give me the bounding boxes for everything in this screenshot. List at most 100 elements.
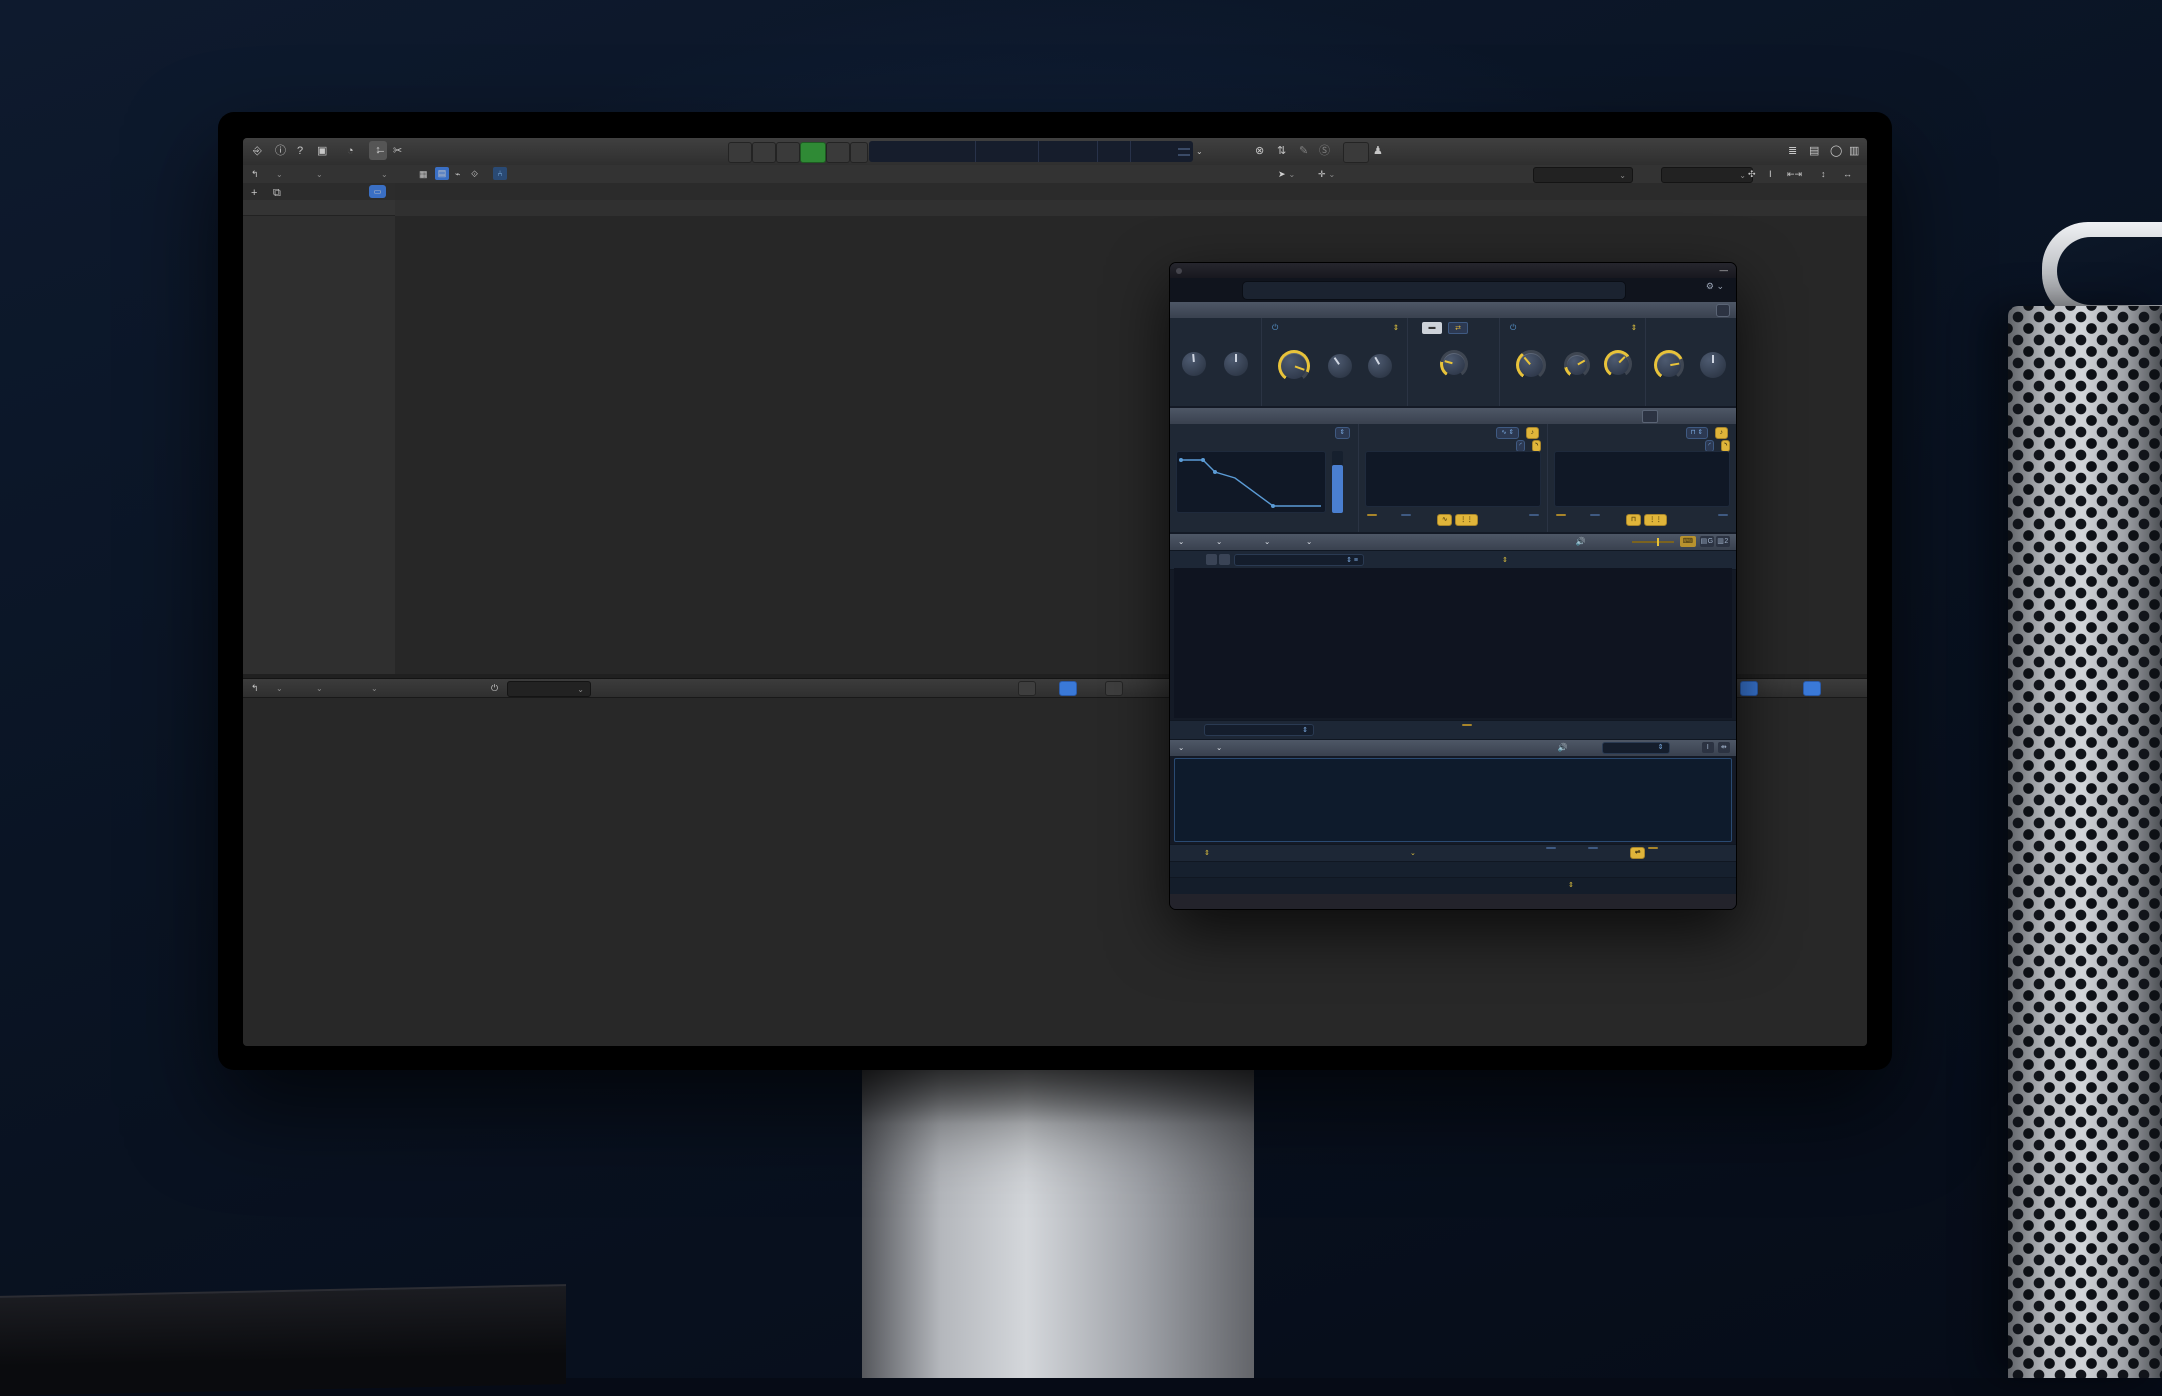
regions-view-icon[interactable]: ▤	[435, 167, 449, 180]
mapping-menu-edit[interactable]: ⌄	[1178, 534, 1185, 550]
mapping-zoom-slider[interactable]	[1632, 541, 1674, 543]
group-mute-button[interactable]	[1206, 554, 1217, 565]
waveform-zoom-icon[interactable]: ✣	[1748, 165, 1756, 184]
filter1-type-select[interactable]: ⇕	[1393, 323, 1399, 332]
tune-knob[interactable]	[1182, 352, 1206, 376]
file-zone-value[interactable]: ⇕	[1204, 849, 1210, 857]
mapping-menu-zone[interactable]: ⌄	[1264, 534, 1271, 550]
group-selection-field[interactable]: ⇕ ≡	[1234, 554, 1364, 566]
vertical-zoom-icon[interactable]: Ⅰ	[1769, 165, 1772, 184]
mixer-menu-view[interactable]	[368, 679, 378, 698]
loop-mode-value[interactable]: ⇕	[1568, 881, 1574, 889]
group-solo-button[interactable]	[1219, 554, 1230, 565]
env-vel-slider[interactable]	[1332, 451, 1343, 513]
f2-drive-knob[interactable]	[1604, 350, 1632, 378]
power-icon[interactable]: ⏻	[491, 679, 498, 698]
lfo2-key-trigger[interactable]	[1529, 514, 1539, 516]
fine-knob[interactable]	[1224, 352, 1248, 376]
help-icon[interactable]: ?	[297, 142, 303, 161]
one-shot-button[interactable]	[1546, 847, 1556, 849]
zone-speaker-icon[interactable]: 🔊	[1558, 740, 1568, 756]
pencil-icon[interactable]: ✎	[1299, 142, 1308, 161]
f2-cutoff-knob[interactable]	[1516, 350, 1546, 380]
lcd-display[interactable]	[869, 141, 1193, 162]
filter-series-button[interactable]: ▬	[1422, 322, 1442, 334]
grid-icon[interactable]: ▦	[419, 165, 428, 184]
gear-icon[interactable]: ⚙ ⌄	[1706, 281, 1724, 292]
details-button[interactable]	[1716, 304, 1730, 317]
f1-drive-knob[interactable]	[1368, 354, 1392, 378]
filter-blend-knob[interactable]	[1440, 350, 1468, 378]
speaker-icon[interactable]: 🔊	[1576, 534, 1586, 550]
lfo3-mono[interactable]	[1556, 514, 1566, 516]
zone-waveform[interactable]	[1174, 758, 1732, 842]
metronome-icon[interactable]: ♟	[1373, 142, 1383, 161]
count-in-button[interactable]	[1343, 142, 1369, 163]
f1-reso-knob[interactable]	[1328, 354, 1352, 378]
arrange-menu-edit[interactable]	[273, 165, 283, 184]
mixer-filter-mastervca[interactable]	[1740, 681, 1758, 696]
lfo3-sync-button[interactable]: ♪	[1715, 427, 1728, 439]
pointer-tool[interactable]: ➤	[1278, 165, 1295, 184]
automation-icon[interactable]: ⌁	[455, 165, 460, 184]
mixer-icon[interactable]: ↕̶	[369, 141, 387, 160]
volume-knob[interactable]	[1654, 350, 1684, 380]
record-button[interactable]	[826, 142, 850, 163]
remove-modulator-button[interactable]	[1642, 410, 1658, 423]
secondary-tool[interactable]: ✛	[1318, 165, 1335, 184]
list-editors-icon[interactable]: ≣	[1788, 142, 1797, 161]
mixer-tab-tracks[interactable]	[1059, 681, 1077, 696]
lfo3-shape-b-icon[interactable]: ⋮⋮	[1644, 514, 1667, 526]
zone-menu-view[interactable]: ⌄	[1216, 740, 1223, 756]
mapping-menu-group[interactable]: ⌄	[1216, 534, 1223, 550]
tuner-icon[interactable]: ◔	[347, 142, 354, 161]
zoom-slider-v[interactable]: ↕	[1821, 165, 1826, 184]
env-graph[interactable]	[1176, 451, 1326, 513]
mixer-tab-all[interactable]	[1105, 681, 1123, 696]
sampler-window[interactable]: — ⚙ ⌄ ⏻	[1169, 262, 1737, 910]
env-mode-select[interactable]: ⇕	[1335, 427, 1350, 439]
zone-menu-edit[interactable]: ⌄	[1178, 740, 1185, 756]
view-keyboard-icon[interactable]: ⌨	[1680, 536, 1696, 547]
lfo3-wave-select[interactable]: ⊓ ⇕	[1686, 427, 1708, 439]
mapping-keyboard[interactable]	[1174, 690, 1732, 718]
scissors-icon[interactable]: ✂	[393, 142, 402, 161]
loop-mode-icon[interactable]: ⇌	[1630, 847, 1645, 859]
cycle-button[interactable]	[850, 142, 868, 163]
lfo2-sync-button[interactable]: ♪	[1526, 427, 1539, 439]
zone-zoom-v-icon[interactable]: Ⅰ	[1702, 742, 1714, 753]
play-button[interactable]	[800, 142, 826, 163]
library-toggle-icon[interactable]: ▭	[369, 185, 386, 198]
info-icon[interactable]: ⓘ	[275, 142, 286, 161]
forward-button[interactable]	[752, 142, 776, 163]
bar-ruler[interactable]	[395, 183, 1867, 201]
follow-tempo-button[interactable]	[1648, 847, 1658, 849]
lfo3-poly[interactable]	[1590, 514, 1600, 516]
zone-snap-select[interactable]: ⇕	[1602, 742, 1670, 754]
flex-icon[interactable]: ⟐	[471, 165, 478, 184]
mixer-catch-icon[interactable]: ↰	[251, 679, 259, 698]
snap-to-zero-icon[interactable]: ⑃	[493, 167, 507, 180]
marker-lane[interactable]	[395, 200, 1867, 217]
catch-playhead-icon[interactable]: ↰	[251, 165, 259, 184]
view-group-icon[interactable]: ▤G	[1700, 536, 1714, 547]
arrange-menu-functions[interactable]	[313, 165, 323, 184]
sampler-titlebar[interactable]: —	[1170, 263, 1736, 278]
f2-reso-knob[interactable]	[1564, 352, 1590, 378]
amp-pan-knob[interactable]	[1700, 352, 1726, 378]
lcd-chevron-icon[interactable]: ⌄	[1196, 142, 1203, 161]
horizontal-zoom-icon[interactable]: ⇤⇥	[1787, 165, 1802, 184]
toolbox-icon[interactable]: ▣	[317, 142, 327, 161]
lfo3-key-trigger[interactable]	[1718, 514, 1728, 516]
lfo2-poly[interactable]	[1401, 514, 1411, 516]
view-split-icon[interactable]: ▥2	[1716, 536, 1730, 547]
mapping-menu-view[interactable]: ⌄	[1306, 534, 1313, 550]
mixer-filter-midi[interactable]	[1803, 681, 1821, 696]
filter2-type-select[interactable]: ⇕	[1631, 323, 1637, 332]
lfo2-shape-b-icon[interactable]: ⋮⋮	[1455, 514, 1478, 526]
stop-button[interactable]	[776, 142, 800, 163]
solo-icon[interactable]: Ⓢ	[1319, 142, 1330, 161]
loop-browser-icon[interactable]: ◯	[1830, 142, 1842, 161]
lfo2-wave-select[interactable]: ∿ ⇕	[1496, 427, 1519, 439]
zone-pitch-button[interactable]	[1462, 724, 1472, 726]
